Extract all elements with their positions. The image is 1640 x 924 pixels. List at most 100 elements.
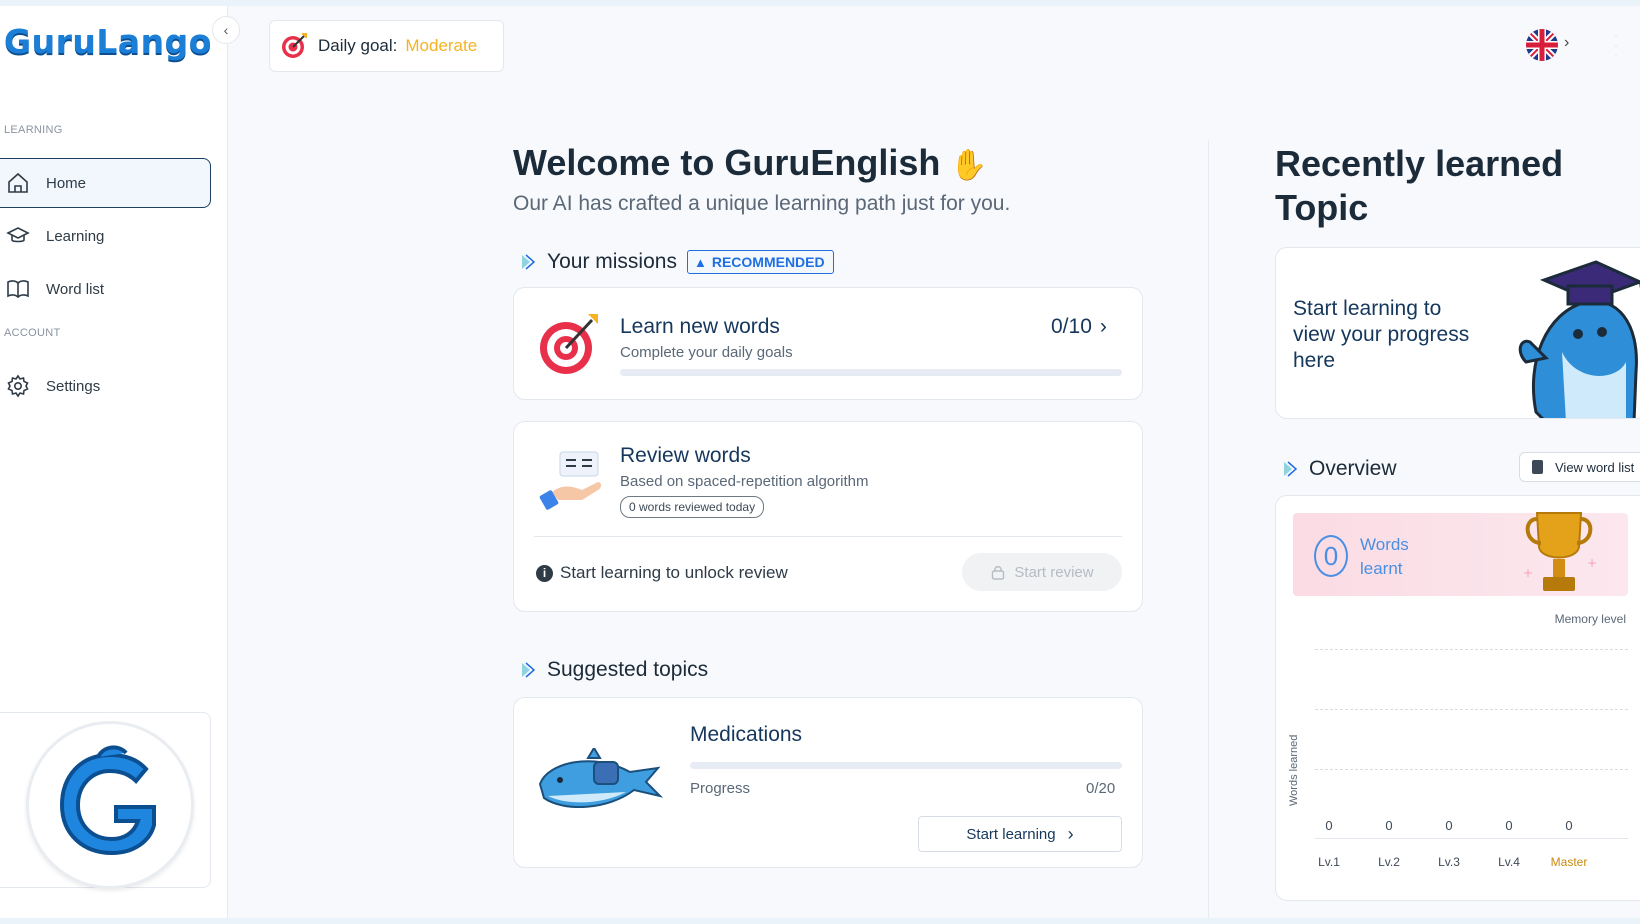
hand-holding-cards-icon [539, 451, 601, 510]
language-selector[interactable] [1526, 29, 1558, 61]
start-review-label: Start review [1014, 563, 1094, 581]
thumbs-up-icon: ▲ [693, 254, 707, 270]
recent-topic-text: Start learning to view your progress her… [1293, 297, 1470, 372]
recommended-badge-text: RECOMMENDED [711, 254, 825, 270]
column-divider [1208, 140, 1209, 920]
sidebar-item-label: Learning [46, 227, 105, 245]
chart-category-label: Lv.1 [1318, 855, 1340, 869]
review-locked-info: i Start learning to unlock review [536, 563, 788, 583]
start-review-button[interactable]: Start review [962, 553, 1122, 591]
chart-bar-value: 0 [1445, 818, 1453, 833]
dolphin-logo-icon [59, 745, 156, 856]
svg-text:+: + [1587, 556, 1597, 570]
double-chevron-icon [1284, 461, 1298, 477]
sidebar-item-settings[interactable]: Settings [0, 361, 211, 411]
chart-bar-value: 0 [1325, 818, 1333, 833]
missions-heading: Your missions ▲ RECOMMENDED [519, 250, 834, 274]
section-label-learning: LEARNING [4, 124, 63, 136]
target-icon [540, 314, 598, 374]
chevron-right-icon[interactable]: › [1564, 34, 1569, 52]
mascot-badge [26, 721, 194, 889]
topic-title: Medications [690, 723, 803, 746]
chart-category-label: Lv.2 [1378, 855, 1400, 869]
bottom-accent-bar [0, 918, 1640, 924]
chart-gridline [1315, 649, 1628, 650]
dolphin-graduate-icon [1518, 260, 1640, 418]
more-menu-icon[interactable]: · · · [1614, 29, 1618, 61]
page-subtitle: Our AI has crafted a unique learning pat… [513, 192, 1011, 215]
words-learnt-label: Words learnt [1360, 535, 1409, 578]
view-word-list-label: View word list [1555, 459, 1635, 475]
topic-progress-label: Progress [690, 780, 751, 797]
notebook-icon [1532, 460, 1543, 474]
review-locked-text: Start learning to unlock review [560, 563, 788, 582]
words-reviewed-pill: 0 words reviewed today [620, 496, 765, 518]
page-title: Welcome to GuruEnglish ✋ [513, 142, 988, 184]
app-logo[interactable]: GuruLango [4, 22, 212, 61]
sidebar-item-label: Home [46, 174, 87, 192]
card-divider [534, 536, 1122, 537]
sidebar-item-label: Word list [46, 280, 105, 298]
missions-heading-text: Your missions [547, 250, 677, 273]
chart-y-axis-label: Words learned [1288, 734, 1300, 806]
section-label-account: ACCOUNT [4, 327, 61, 339]
review-words-subtitle: Based on spaced-repetition algorithm [620, 473, 869, 490]
chart-gridline [1315, 709, 1628, 710]
daily-goal-value: Moderate [405, 36, 478, 55]
chart-category-label: Lv.4 [1498, 855, 1520, 869]
chart-category-label: Master [1550, 855, 1588, 869]
topic-progress-count: 0/20 [1086, 780, 1116, 797]
start-learning-button[interactable]: Start learning › [918, 816, 1122, 852]
sidebar-item-label: Settings [46, 377, 101, 395]
target-icon [282, 33, 307, 58]
home-icon [8, 172, 28, 193]
learn-words-count: 0/10 [1051, 315, 1092, 338]
review-words-title: Review words [620, 444, 751, 467]
learn-words-progress-bar [620, 369, 1122, 376]
learn-words-count-link[interactable]: 0/10 › [1051, 315, 1107, 339]
chart-category-label: Lv.3 [1438, 855, 1460, 869]
chart-gridline [1315, 769, 1628, 770]
chevron-right-icon: › [1067, 823, 1074, 844]
trophy-icon: + + [1523, 512, 1597, 591]
double-chevron-icon [522, 662, 536, 678]
topics-heading: Suggested topics [519, 658, 708, 682]
words-learnt-count: 0 [1314, 535, 1348, 577]
topic-card[interactable]: Medications Progress 0/20 Start learning… [513, 697, 1143, 868]
sidebar-item-word-list[interactable]: Word list [0, 264, 211, 314]
topic-progress-bar [690, 762, 1122, 769]
recent-topic-title: Recently learned Topic [1275, 143, 1564, 228]
dolphin-mascot-icon [538, 748, 664, 808]
sidebar-item-home[interactable]: Home [0, 158, 211, 208]
sidebar: GuruLango LEARNING Home Learning Word li… [0, 6, 228, 918]
svg-text:+: + [1523, 566, 1533, 580]
topics-heading-text: Suggested topics [547, 658, 709, 681]
sidebar-item-learning[interactable]: Learning [0, 211, 211, 261]
chevron-left-icon: ‹ [223, 22, 229, 38]
chart-bar-value: 0 [1505, 818, 1513, 833]
top-accent-bar [0, 0, 1640, 6]
chart-bar-value: 0 [1565, 818, 1573, 833]
book-icon [7, 280, 29, 299]
daily-goal-label: Daily goal: [318, 36, 398, 55]
daily-goal-selector[interactable]: Daily goal: Moderate [269, 20, 504, 72]
chevron-right-icon: › [1099, 315, 1107, 338]
learn-words-title: Learn new words [620, 315, 780, 338]
recommended-badge: ▲ RECOMMENDED [686, 250, 834, 274]
mascot-card [0, 712, 211, 889]
overview-heading-text: Overview [1309, 457, 1397, 480]
waving-hand-icon: ✋ [950, 149, 988, 182]
words-learnt-banner: 0 Words learnt + + [1293, 512, 1628, 596]
memory-level-label: Memory level [1554, 612, 1626, 626]
view-word-list-button[interactable]: View word list [1519, 452, 1640, 482]
info-icon: i [536, 564, 553, 582]
lock-icon [992, 566, 1005, 580]
gear-icon [7, 374, 29, 398]
chart-baseline [1315, 838, 1628, 839]
learn-words-card[interactable]: Learn new words Complete your daily goal… [513, 287, 1143, 400]
page-title-text: Welcome to GuruEnglish [513, 142, 941, 183]
start-learning-label: Start learning [966, 825, 1056, 843]
learn-words-subtitle: Complete your daily goals [620, 344, 793, 361]
sidebar-collapse-button[interactable]: ‹ [212, 16, 240, 44]
overview-heading: Overview [1281, 457, 1397, 481]
